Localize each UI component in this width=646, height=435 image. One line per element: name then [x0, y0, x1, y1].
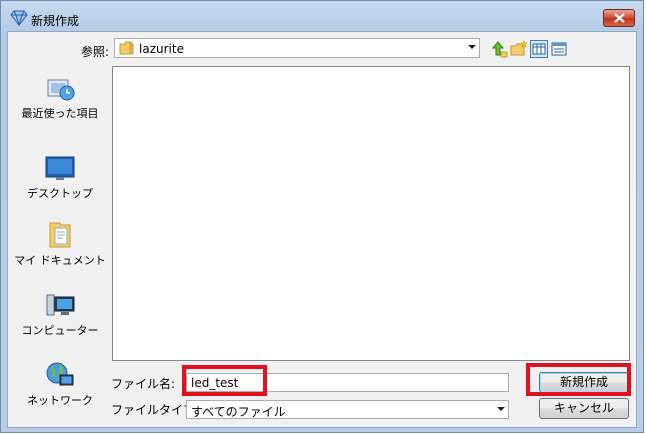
window-title: 新規作成 [31, 14, 80, 28]
up-folder-icon[interactable] [490, 40, 508, 58]
place-network[interactable]: ネットワーク [12, 359, 108, 407]
places-bar: 最近使った項目 デスクトップ マイ ドキュメント コンピューター ネットワーク [12, 66, 108, 418]
lookin-dropdown[interactable]: lazurite [114, 38, 480, 58]
filetype-value: すべてのファイル [191, 405, 286, 419]
filename-input[interactable] [186, 373, 509, 392]
view-menu-icon[interactable] [530, 40, 548, 58]
desktop-icon [45, 156, 75, 180]
place-desktop[interactable]: デスクトップ [12, 152, 108, 200]
place-label: マイ ドキュメント [14, 254, 106, 267]
dialog-body: 参照: lazurite 最近使った項目 デスクトップ マイ ドキュメント コン… [7, 31, 637, 428]
new-folder-icon[interactable] [510, 40, 528, 58]
filename-label: ファイル名: [111, 377, 176, 391]
recent-items-icon [47, 79, 75, 101]
place-documents[interactable]: マイ ドキュメント [12, 219, 108, 267]
lookin-label: 参照: [81, 45, 110, 59]
place-label: ネットワーク [27, 394, 93, 407]
place-label: 最近使った項目 [21, 107, 99, 120]
lookin-value: lazurite [139, 42, 184, 56]
place-recent-items[interactable]: 最近使った項目 [12, 72, 108, 120]
chevron-down-icon [468, 45, 476, 49]
file-list[interactable] [112, 66, 630, 361]
details-view-icon[interactable] [550, 40, 568, 58]
close-icon [614, 13, 625, 23]
gem-icon [10, 10, 28, 27]
folder-icon [119, 41, 135, 58]
documents-icon [49, 222, 71, 248]
chevron-down-icon [497, 407, 505, 411]
close-button[interactable] [603, 9, 635, 27]
place-computer[interactable]: コンピューター [12, 289, 108, 337]
new-file-dialog: 新規作成 参照: lazurite 最近使った項目 デスクトップ マイ ドキュメ… [0, 0, 644, 433]
network-icon [46, 362, 74, 386]
filetype-dropdown[interactable]: すべてのファイル [186, 400, 509, 419]
create-button[interactable]: 新規作成 [539, 372, 629, 393]
computer-icon [46, 294, 75, 316]
title-bar: 新規作成 [1, 1, 643, 35]
cancel-button[interactable]: キャンセル [539, 398, 629, 419]
place-label: デスクトップ [27, 187, 93, 200]
place-label: コンピューター [21, 324, 99, 337]
